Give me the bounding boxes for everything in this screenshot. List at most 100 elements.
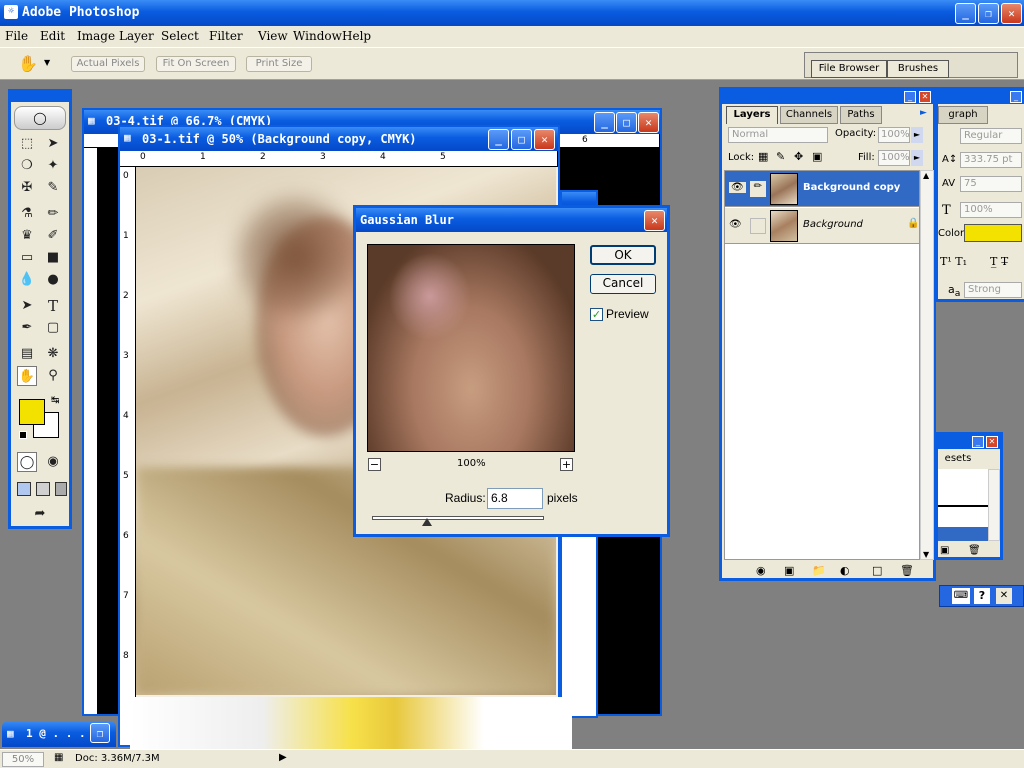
- layers-minimize-button[interactable]: _: [904, 91, 916, 103]
- fill-input[interactable]: 100%: [878, 150, 910, 166]
- gradient-tool-icon[interactable]: ■: [43, 248, 63, 268]
- print-size-button[interactable]: Print Size: [246, 56, 312, 72]
- preview-label[interactable]: Preview: [606, 307, 649, 321]
- zoom-field[interactable]: 50%: [2, 752, 44, 767]
- brush-link-icon[interactable]: ✏: [750, 181, 766, 197]
- presets-footer-icon[interactable]: ▣: [940, 545, 949, 556]
- menu-window[interactable]: Window: [293, 29, 342, 43]
- zoom-out-button[interactable]: −: [368, 458, 381, 471]
- document-title-bar[interactable]: ▦ 03-1.tif @ 50% (Background copy, CMYK)…: [120, 127, 558, 151]
- preset-dropdown-icon[interactable]: ▼: [44, 58, 50, 67]
- blend-mode-select[interactable]: Normal: [728, 127, 828, 143]
- file-browser-tab[interactable]: File Browser: [811, 60, 887, 78]
- brush-tool-icon[interactable]: ✏: [43, 204, 63, 224]
- notes-tool-icon[interactable]: ▤: [17, 344, 37, 364]
- opacity-input[interactable]: 100%: [878, 127, 910, 143]
- superscript-icon[interactable]: T¹ T₁: [940, 255, 967, 268]
- eraser-tool-icon[interactable]: ▭: [17, 248, 37, 268]
- fill-arrow-icon[interactable]: ►: [911, 150, 923, 166]
- magic-wand-tool-icon[interactable]: ✦: [43, 156, 63, 176]
- opacity-arrow-icon[interactable]: ►: [911, 127, 923, 143]
- doc-close-button[interactable]: ✕: [534, 129, 555, 150]
- layers-close-button[interactable]: ✕: [919, 91, 931, 103]
- menu-help[interactable]: Help: [342, 29, 371, 43]
- layer-row[interactable]: 👁 ✏ Background copy: [725, 171, 919, 207]
- hand-tool-icon[interactable]: ✋: [17, 366, 37, 386]
- antialias-select[interactable]: Strong: [964, 282, 1022, 298]
- layer-style-icon[interactable]: ◉: [756, 564, 766, 577]
- scroll-down-icon[interactable]: ▼: [923, 550, 929, 559]
- type-tool-icon[interactable]: T: [43, 296, 63, 316]
- menu-select[interactable]: Select: [161, 29, 199, 43]
- menu-file[interactable]: File: [5, 29, 28, 43]
- adobe-logo-icon[interactable]: ◯: [14, 106, 66, 130]
- menu-edit[interactable]: Edit: [40, 29, 65, 43]
- new-group-icon[interactable]: 📁: [812, 564, 826, 577]
- preview-checkbox[interactable]: ✓: [590, 308, 603, 321]
- presets-minimize-button[interactable]: _: [972, 436, 984, 448]
- dodge-tool-icon[interactable]: ●: [43, 270, 63, 290]
- presets-delete-icon[interactable]: 🗑: [968, 545, 981, 556]
- minimized-document[interactable]: ▦ 1 @ . . . ❐: [2, 721, 116, 747]
- quick-mask-mode-icon[interactable]: ◉: [43, 452, 63, 472]
- lock-image-icon[interactable]: ✎: [776, 150, 785, 163]
- font-style-select[interactable]: Regular: [960, 128, 1022, 144]
- screen-mode-full-icon[interactable]: [55, 482, 67, 496]
- actual-pixels-button[interactable]: Actual Pixels: [71, 56, 145, 72]
- scroll-up-icon[interactable]: ▲: [923, 171, 929, 180]
- foreground-color-swatch[interactable]: [19, 399, 45, 425]
- text-color-swatch[interactable]: [964, 224, 1022, 242]
- standard-mode-icon[interactable]: ◯: [17, 452, 37, 472]
- scale-input[interactable]: 100%: [960, 202, 1022, 218]
- delete-layer-icon[interactable]: 🗑: [900, 564, 914, 577]
- layers-scrollbar[interactable]: ▲ ▼: [920, 170, 934, 560]
- dialog-title-bar[interactable]: Gaussian Blur ✕: [356, 208, 667, 232]
- swap-colors-icon[interactable]: ↹: [51, 395, 59, 406]
- minimize-button[interactable]: _: [955, 3, 976, 24]
- presets-close-button[interactable]: ✕: [986, 436, 998, 448]
- screen-mode-full-menu-icon[interactable]: [36, 482, 50, 496]
- character-minimize-button[interactable]: _: [1010, 91, 1022, 103]
- ok-button[interactable]: OK: [590, 245, 656, 265]
- eyedropper-tool-icon[interactable]: ❋: [43, 344, 63, 364]
- default-colors-icon[interactable]: [19, 431, 27, 439]
- status-menu-arrow-icon[interactable]: ▶: [279, 752, 287, 763]
- shape-tool-icon[interactable]: ▢: [43, 318, 63, 338]
- lock-position-icon[interactable]: ✥: [794, 150, 803, 163]
- layer-name[interactable]: Background copy: [803, 182, 900, 193]
- zoom-tool-icon[interactable]: ⚲: [43, 366, 63, 386]
- blur-preview-window[interactable]: [367, 244, 575, 452]
- empty-link-icon[interactable]: [750, 218, 766, 234]
- paths-tab[interactable]: Paths: [840, 106, 882, 124]
- underline-icon[interactable]: T̲ T̶: [990, 255, 1008, 268]
- leading-input[interactable]: 333.75 pt: [960, 152, 1022, 168]
- back-doc-maximize-button[interactable]: □: [616, 112, 637, 133]
- back-doc-minimize-button[interactable]: _: [594, 112, 615, 133]
- layer-mask-icon[interactable]: ▣: [784, 564, 794, 577]
- preset-row-selected[interactable]: [938, 527, 988, 541]
- crop-tool-icon[interactable]: ✠: [17, 178, 37, 198]
- radius-slider-thumb[interactable]: [422, 518, 432, 526]
- path-selection-tool-icon[interactable]: ➤: [17, 296, 37, 316]
- close-button[interactable]: ✕: [1001, 3, 1022, 24]
- tray-close-icon[interactable]: ✕: [996, 588, 1012, 604]
- blur-tool-icon[interactable]: 💧: [17, 270, 37, 290]
- slice-tool-icon[interactable]: ✎: [43, 178, 63, 198]
- move-tool-icon[interactable]: ➤: [43, 134, 63, 154]
- layers-tab[interactable]: Layers: [726, 106, 778, 124]
- channels-tab[interactable]: Channels: [780, 106, 838, 124]
- pen-tool-icon[interactable]: ✒: [17, 318, 37, 338]
- dialog-close-button[interactable]: ✕: [644, 210, 665, 231]
- menu-view[interactable]: View: [258, 29, 288, 43]
- adjustment-layer-icon[interactable]: ◐: [840, 564, 850, 577]
- marquee-tool-icon[interactable]: ⬚: [17, 134, 37, 154]
- jump-to-imageready-icon[interactable]: ➦: [25, 504, 55, 524]
- doc-maximize-button[interactable]: □: [511, 129, 532, 150]
- history-brush-tool-icon[interactable]: ✐: [43, 226, 63, 246]
- radius-slider-track[interactable]: [372, 516, 544, 520]
- panel-menu-button[interactable]: ►: [920, 108, 927, 118]
- back-doc-close-button[interactable]: ✕: [638, 112, 659, 133]
- stamp-tool-icon[interactable]: ♛: [17, 226, 37, 246]
- help-icon[interactable]: ?: [974, 588, 990, 604]
- healing-brush-tool-icon[interactable]: ⚗: [17, 204, 37, 224]
